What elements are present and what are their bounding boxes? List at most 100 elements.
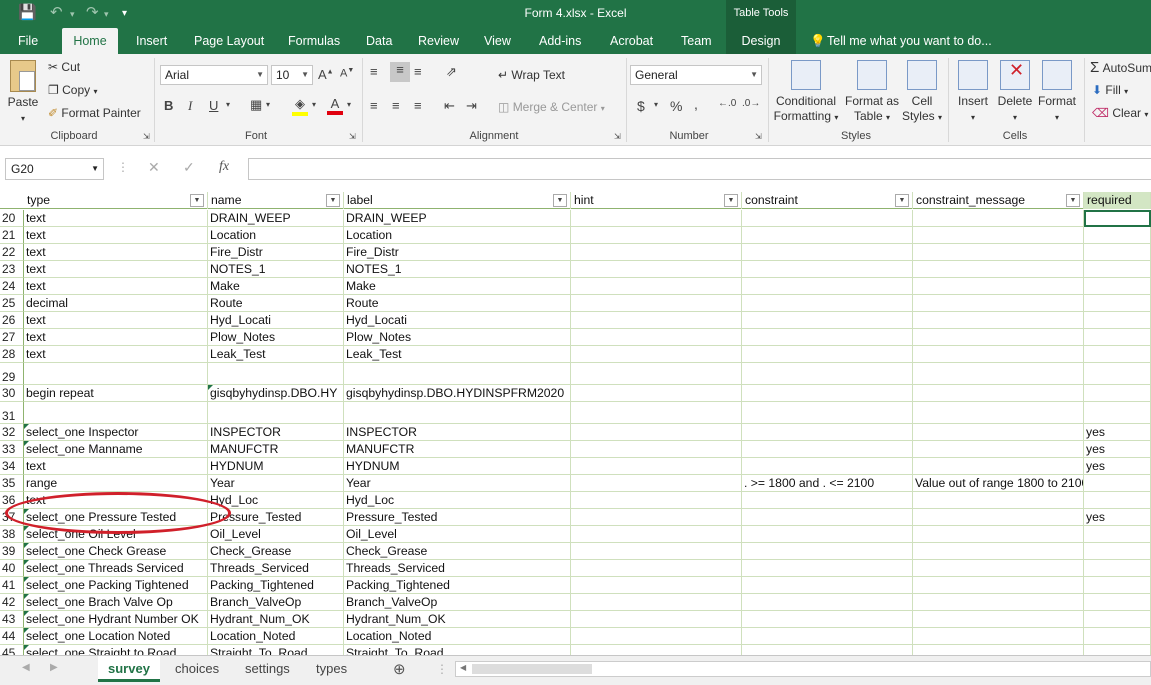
- table-cell[interactable]: [344, 402, 571, 424]
- table-cell[interactable]: text: [24, 312, 208, 329]
- fill-color-icon[interactable]: ◈: [292, 96, 308, 116]
- table-cell[interactable]: [571, 628, 742, 645]
- sheet-tab-survey[interactable]: survey: [98, 656, 160, 682]
- row-number[interactable]: 33: [0, 441, 24, 458]
- scrollbar-thumb[interactable]: [472, 664, 592, 674]
- table-cell[interactable]: range: [24, 475, 208, 492]
- table-cell[interactable]: Year: [208, 475, 344, 492]
- table-cell[interactable]: select_one Location Noted: [24, 628, 208, 645]
- table-cell[interactable]: yes: [1084, 441, 1151, 458]
- conditional-formatting-button[interactable]: Conditional Formatting ▾: [772, 60, 840, 125]
- tab-insert[interactable]: Insert: [132, 28, 171, 54]
- align-left-icon[interactable]: ≡: [370, 98, 378, 113]
- table-cell[interactable]: [571, 492, 742, 509]
- table-cell[interactable]: . >= 1800 and . <= 2100: [742, 475, 913, 492]
- table-cell[interactable]: [1084, 363, 1151, 385]
- fill-button[interactable]: ⬇ Fill ▾: [1092, 83, 1128, 97]
- table-cell[interactable]: [571, 526, 742, 543]
- table-cell[interactable]: Plow_Notes: [344, 329, 571, 346]
- comma-style-icon[interactable]: ,: [694, 96, 698, 112]
- column-header-hint[interactable]: hint ▼: [571, 192, 742, 209]
- row-number[interactable]: 34: [0, 458, 24, 475]
- table-cell[interactable]: [742, 244, 913, 261]
- table-cell[interactable]: [1084, 261, 1151, 278]
- tell-me-search[interactable]: Tell me what you want to do...: [823, 28, 996, 54]
- percent-icon[interactable]: %: [670, 98, 682, 114]
- table-cell[interactable]: [913, 312, 1084, 329]
- row-number[interactable]: 27: [0, 329, 24, 346]
- table-cell[interactable]: [571, 594, 742, 611]
- table-cell[interactable]: DRAIN_WEEP: [344, 210, 571, 227]
- table-cell[interactable]: select_one Straight to Road: [24, 645, 208, 655]
- cancel-icon[interactable]: ✕: [148, 159, 160, 176]
- row-number[interactable]: 31: [0, 402, 24, 424]
- table-cell[interactable]: yes: [1084, 424, 1151, 441]
- table-cell[interactable]: [742, 458, 913, 475]
- table-cell[interactable]: Hyd_Locati: [344, 312, 571, 329]
- table-cell[interactable]: [571, 385, 742, 402]
- table-cell[interactable]: [913, 363, 1084, 385]
- autosum-button[interactable]: Σ AutoSum: [1090, 59, 1151, 76]
- table-cell[interactable]: [571, 312, 742, 329]
- table-cell[interactable]: [742, 526, 913, 543]
- table-cell[interactable]: [571, 645, 742, 655]
- column-header-required[interactable]: required: [1084, 192, 1151, 209]
- table-cell[interactable]: Fire_Distr: [208, 244, 344, 261]
- table-cell[interactable]: select_one Hydrant Number OK: [24, 611, 208, 628]
- tab-design[interactable]: Design: [726, 28, 796, 54]
- table-cell[interactable]: [1084, 312, 1151, 329]
- row-number[interactable]: 32: [0, 424, 24, 441]
- table-cell[interactable]: gisqbyhydinsp.DBO.HY: [208, 385, 344, 402]
- table-cell[interactable]: [571, 261, 742, 278]
- borders-icon[interactable]: ▦: [250, 97, 262, 113]
- table-cell[interactable]: [742, 560, 913, 577]
- table-cell[interactable]: Make: [344, 278, 571, 295]
- font-size-select[interactable]: 10 ▼: [271, 65, 313, 85]
- tab-review[interactable]: Review: [414, 28, 463, 54]
- filter-dropdown-icon[interactable]: ▼: [724, 194, 738, 207]
- table-cell[interactable]: [913, 295, 1084, 312]
- row-number[interactable]: 40: [0, 560, 24, 577]
- table-cell[interactable]: [571, 329, 742, 346]
- table-cell[interactable]: text: [24, 210, 208, 227]
- align-middle-icon[interactable]: ≡: [390, 62, 410, 82]
- table-cell[interactable]: [1084, 227, 1151, 244]
- column-header-constraint[interactable]: constraint ▼: [742, 192, 913, 209]
- table-cell[interactable]: [571, 346, 742, 363]
- grow-font-icon[interactable]: A▲: [318, 67, 334, 82]
- table-cell[interactable]: Pressure_Tested: [344, 509, 571, 526]
- row-number[interactable]: 30: [0, 385, 24, 402]
- row-number[interactable]: 26: [0, 312, 24, 329]
- align-bottom-icon[interactable]: ≡: [414, 64, 422, 79]
- table-cell[interactable]: Year: [344, 475, 571, 492]
- table-cell[interactable]: [913, 227, 1084, 244]
- scroll-left-icon[interactable]: ◀: [22, 662, 30, 673]
- table-cell[interactable]: [913, 509, 1084, 526]
- table-cell[interactable]: Fire_Distr: [344, 244, 571, 261]
- table-cell[interactable]: [742, 402, 913, 424]
- insert-cells-button[interactable]: Insert ▾: [954, 60, 992, 125]
- table-cell[interactable]: DRAIN_WEEP: [208, 210, 344, 227]
- add-sheet-icon[interactable]: ⊕: [393, 660, 406, 678]
- table-cell[interactable]: text: [24, 278, 208, 295]
- table-cell[interactable]: INSPECTOR: [208, 424, 344, 441]
- table-cell[interactable]: Location_Noted: [344, 628, 571, 645]
- format-cells-button[interactable]: Format ▾: [1036, 60, 1078, 125]
- tab-team[interactable]: Team: [677, 28, 716, 54]
- table-cell[interactable]: text: [24, 329, 208, 346]
- table-cell[interactable]: [571, 475, 742, 492]
- wrap-text-button[interactable]: ↵ Wrap Text: [498, 68, 565, 82]
- formula-input[interactable]: [248, 158, 1151, 180]
- table-cell[interactable]: [742, 261, 913, 278]
- table-cell[interactable]: Oil_Level: [344, 526, 571, 543]
- decrease-indent-icon[interactable]: ⇤: [444, 98, 455, 114]
- table-cell[interactable]: [571, 210, 742, 227]
- row-number[interactable]: 43: [0, 611, 24, 628]
- table-cell[interactable]: [1084, 611, 1151, 628]
- table-cell[interactable]: NOTES_1: [344, 261, 571, 278]
- table-cell[interactable]: [571, 244, 742, 261]
- table-cell[interactable]: [913, 441, 1084, 458]
- table-cell[interactable]: [208, 402, 344, 424]
- sheet-tab-settings[interactable]: settings: [235, 656, 300, 682]
- table-cell[interactable]: [913, 329, 1084, 346]
